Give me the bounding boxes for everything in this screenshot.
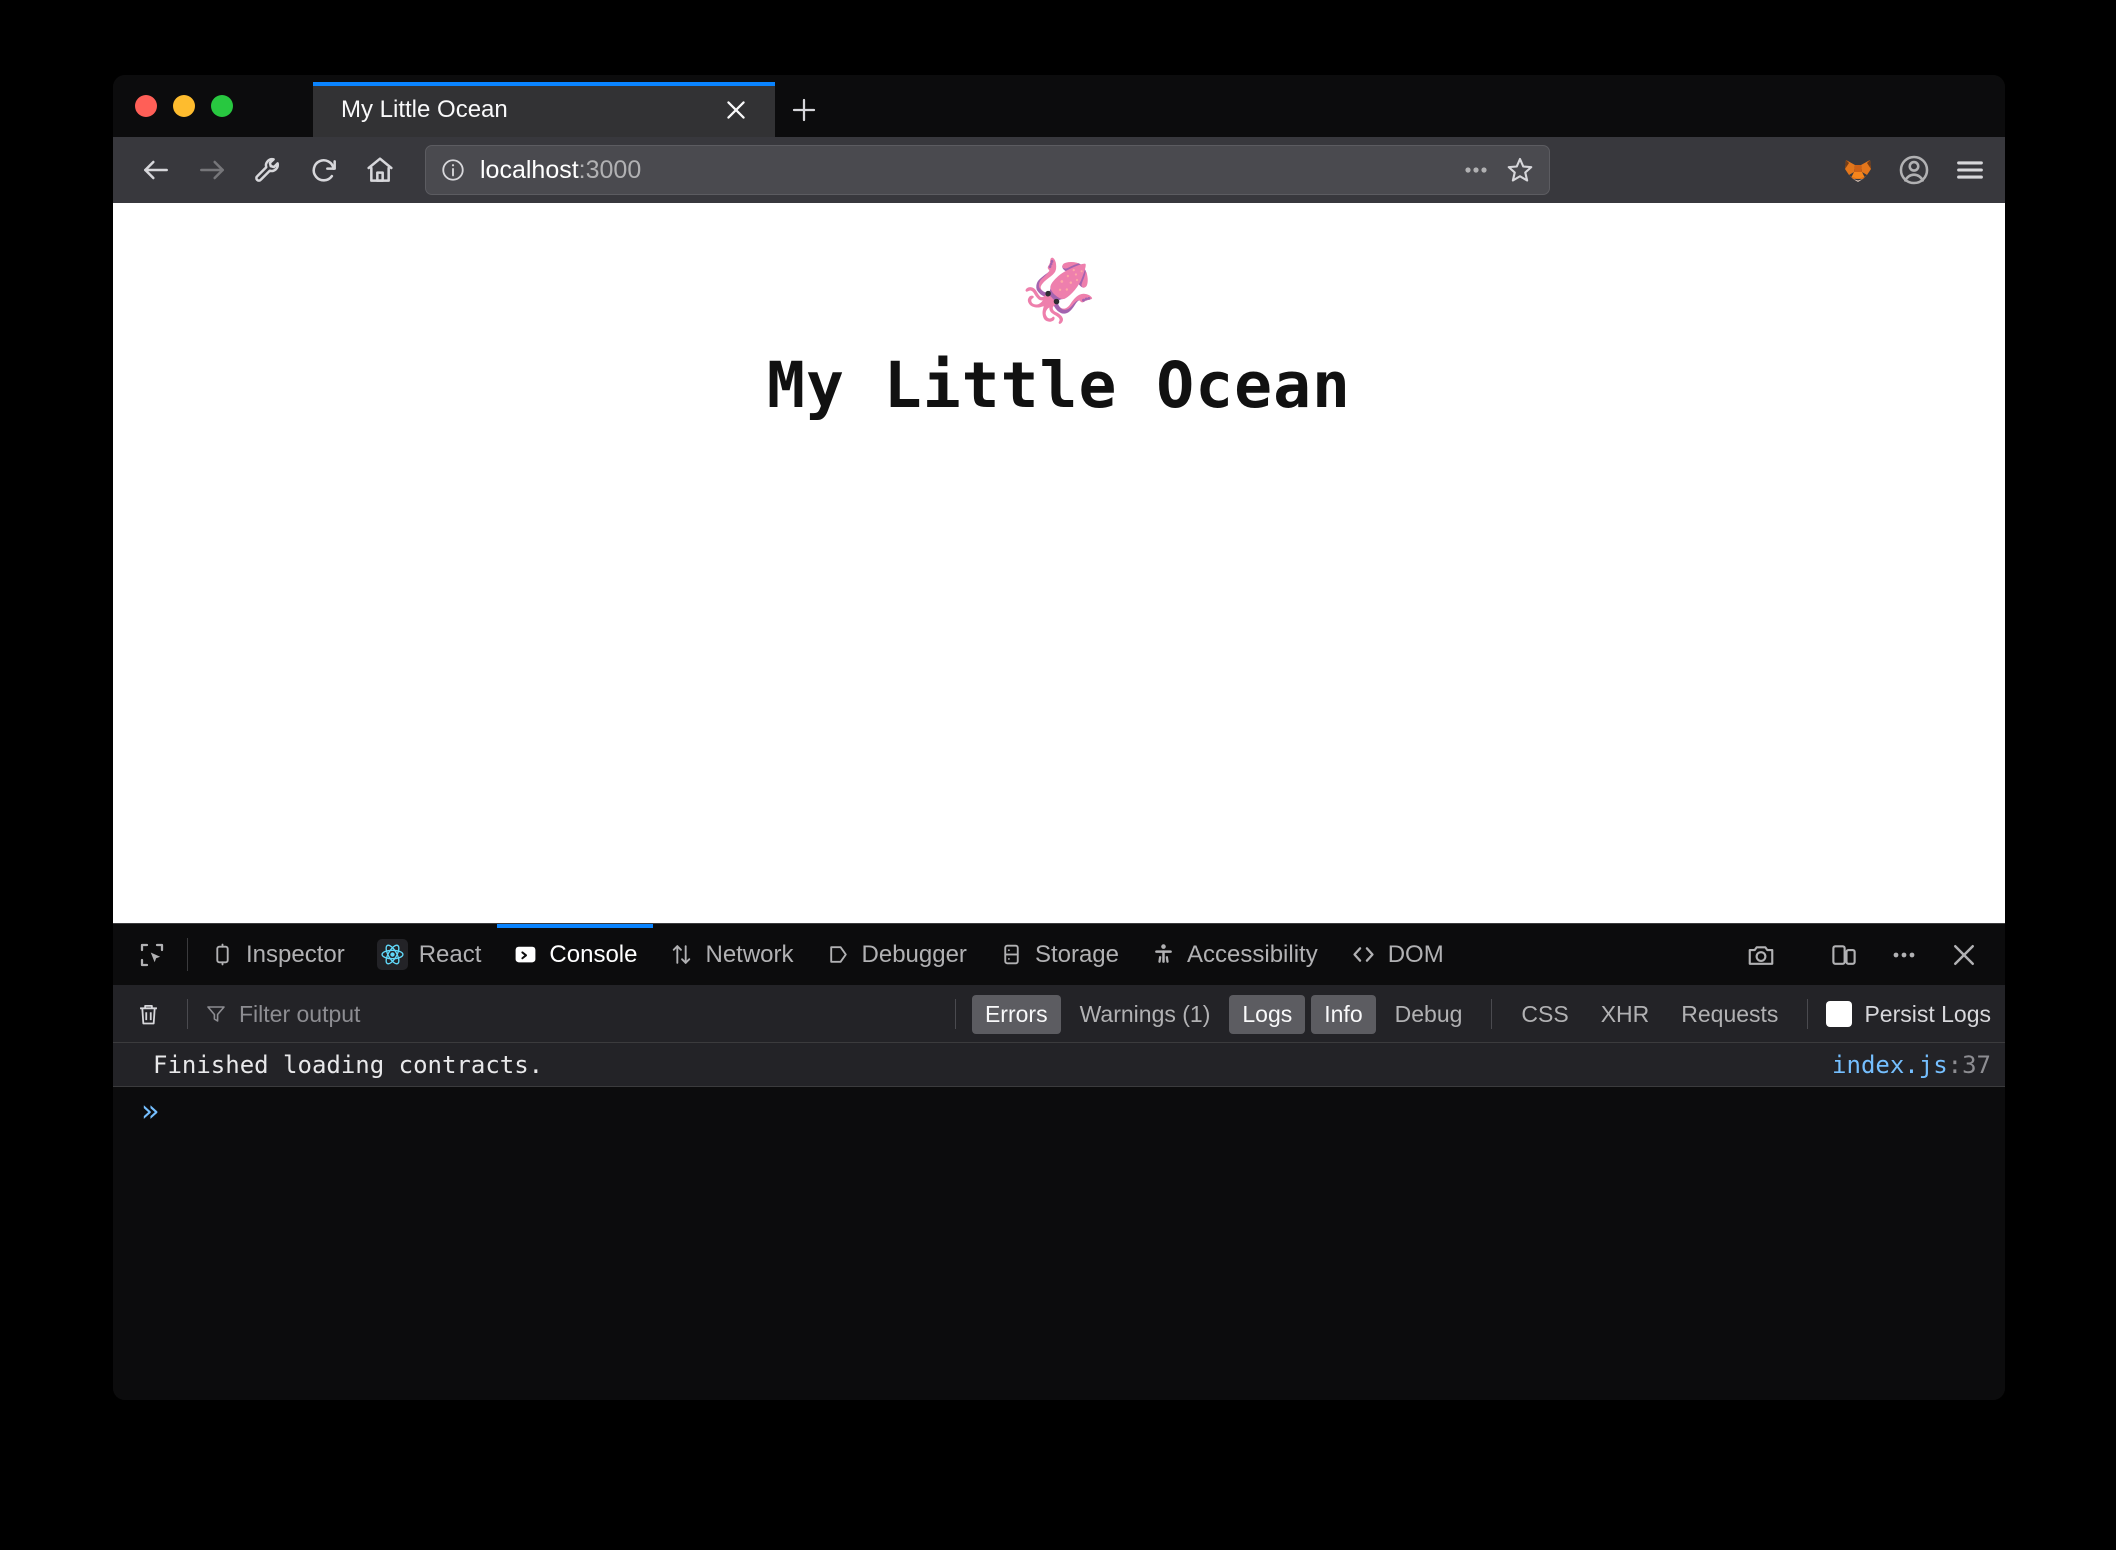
element-picker-icon[interactable] <box>123 924 181 985</box>
filter-funnel-icon <box>204 1002 228 1026</box>
identity-info-icon[interactable] <box>440 157 466 183</box>
console-chevron-icon <box>513 942 538 967</box>
forward-button[interactable] <box>187 145 237 195</box>
persist-logs-label: Persist Logs <box>1864 1000 1991 1027</box>
window-traffic-lights <box>113 75 313 137</box>
network-arrows-icon <box>669 942 694 967</box>
squid-emoji: 🦑 <box>1020 257 1098 326</box>
inspector-icon <box>210 942 235 967</box>
console-message-source-link[interactable]: index.js:37 <box>1832 1051 1991 1079</box>
navigation-toolbar: localhost:3000 <box>113 137 2005 203</box>
devtools-tab-bar: Inspector React Console Network Debugger… <box>113 924 2005 986</box>
page-viewport: 🦑 My Little Ocean <box>113 203 2005 923</box>
back-button[interactable] <box>131 145 181 195</box>
tab-label: Console <box>549 940 638 968</box>
console-prompt-chevron-icon: » <box>141 1094 160 1129</box>
tab-label: Debugger <box>861 940 967 968</box>
tab-console[interactable]: Console <box>497 924 654 985</box>
home-button[interactable] <box>355 145 405 195</box>
devtools-panel: Inspector React Console Network Debugger… <box>113 923 2005 1400</box>
filter-debug-button[interactable]: Debug <box>1382 995 1476 1034</box>
filter-output-input[interactable]: Filter output <box>204 1001 939 1028</box>
maximize-window-button[interactable] <box>211 95 233 117</box>
url-port: :3000 <box>578 155 642 184</box>
close-devtools-icon[interactable] <box>1939 930 1989 980</box>
tab-storage[interactable]: Storage <box>983 924 1135 985</box>
devtools-toolbar-right <box>1736 924 2005 985</box>
tab-label: React <box>418 940 482 968</box>
hamburger-menu-icon[interactable] <box>1953 153 1987 187</box>
filter-placeholder: Filter output <box>239 1000 361 1027</box>
filter-divider <box>1807 999 1809 1029</box>
filter-divider <box>1491 999 1493 1029</box>
filter-info-button[interactable]: Info <box>1311 994 1376 1034</box>
minimize-window-button[interactable] <box>173 95 195 117</box>
tab-dom[interactable]: DOM <box>1334 924 1460 985</box>
filter-warnings-button[interactable]: Warnings (1) <box>1067 995 1224 1034</box>
filter-requests-button[interactable]: Requests <box>1668 995 1791 1034</box>
tab-network[interactable]: Network <box>653 924 809 985</box>
source-file: index.js <box>1832 1050 1948 1079</box>
new-tab-button[interactable] <box>775 82 833 137</box>
persist-logs-toggle[interactable]: Persist Logs <box>1826 1001 1991 1028</box>
clear-console-trash-icon[interactable] <box>125 991 171 1037</box>
filter-logs-button[interactable]: Logs <box>1229 994 1306 1034</box>
url-host: localhost <box>480 155 579 184</box>
tab-title: My Little Ocean <box>341 95 508 123</box>
page-title: My Little Ocean <box>767 349 1351 422</box>
filter-errors-button[interactable]: Errors <box>971 994 1061 1034</box>
console-input-row[interactable]: » <box>113 1087 2005 1137</box>
address-bar[interactable]: localhost:3000 <box>425 145 1550 195</box>
tab-strip: My Little Ocean <box>113 75 2005 137</box>
bookmark-star-icon[interactable] <box>1505 155 1535 185</box>
debugger-icon <box>826 942 851 967</box>
console-filter-bar: Filter output Errors Warnings (1) Logs I… <box>113 986 2005 1043</box>
responsive-design-mode-icon[interactable] <box>1819 930 1869 980</box>
browser-tab-active[interactable]: My Little Ocean <box>313 82 775 137</box>
close-tab-icon[interactable] <box>719 93 753 127</box>
page-actions-ellipsis-icon[interactable] <box>1461 155 1491 185</box>
devtools-wrench-button[interactable] <box>243 145 293 195</box>
console-message-row[interactable]: Finished loading contracts. index.js:37 <box>113 1043 2005 1087</box>
urlbar-action-icons <box>1461 155 1535 185</box>
browser-window: My Little Ocean localhost:3000 🦑 My Litt… <box>113 75 2005 1400</box>
url-display: localhost:3000 <box>480 156 641 185</box>
accessibility-person-icon <box>1151 942 1176 967</box>
tab-label: Inspector <box>246 940 345 968</box>
toolbar-right-icons <box>1821 153 1987 187</box>
filter-divider <box>187 999 188 1029</box>
storage-icon <box>999 942 1024 967</box>
tab-inspector[interactable]: Inspector <box>194 924 361 985</box>
tab-label: Network <box>705 940 794 968</box>
code-brackets-icon <box>1350 941 1377 968</box>
tab-label: Storage <box>1034 940 1119 968</box>
filter-divider <box>954 999 956 1029</box>
tab-debugger[interactable]: Debugger <box>810 924 983 985</box>
reload-button[interactable] <box>299 145 349 195</box>
persist-logs-checkbox[interactable] <box>1826 1001 1853 1027</box>
screenshot-camera-icon[interactable] <box>1736 930 1786 980</box>
toolbar-divider <box>187 938 188 971</box>
account-circle-icon[interactable] <box>1897 153 1931 187</box>
filter-css-button[interactable]: CSS <box>1508 995 1581 1034</box>
react-atom-icon <box>376 939 408 970</box>
tab-accessibility[interactable]: Accessibility <box>1135 924 1334 985</box>
tab-react[interactable]: React <box>361 924 498 985</box>
console-message-text: Finished loading contracts. <box>153 1050 544 1079</box>
console-output[interactable]: Finished loading contracts. index.js:37 … <box>113 1043 2005 1400</box>
devtools-meatball-menu-icon[interactable] <box>1879 930 1929 980</box>
source-line: :37 <box>1947 1050 1991 1079</box>
filter-xhr-button[interactable]: XHR <box>1588 995 1663 1034</box>
tab-label: DOM <box>1387 940 1444 968</box>
tab-label: Accessibility <box>1187 940 1318 968</box>
close-window-button[interactable] <box>135 95 157 117</box>
metamask-fox-icon[interactable] <box>1841 153 1875 187</box>
